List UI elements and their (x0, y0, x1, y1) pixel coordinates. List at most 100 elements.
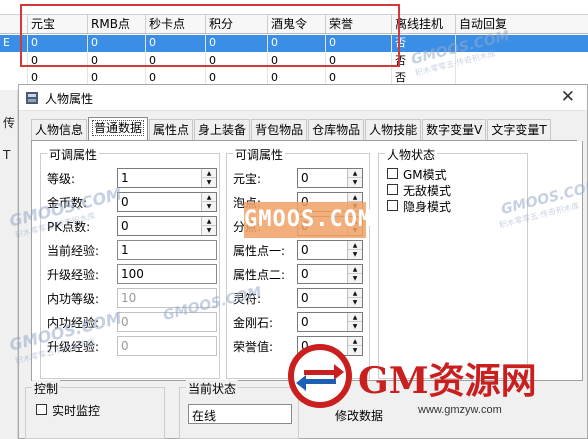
spin-down-icon[interactable]: ▼ (202, 226, 216, 235)
field-label: 当前经验: (47, 244, 100, 258)
spin-down-icon[interactable]: ▼ (348, 322, 362, 331)
left-strip: 传 T (0, 90, 18, 439)
tab-strip: 人物信息 普通数据 属性点 身上装备 背包物品 仓库物品 人物技能 数字变量V … (31, 117, 577, 141)
attr-point-1-spinner[interactable]: 0 ▲ ▼ (297, 240, 363, 260)
control-group: 控制 实时监控 (25, 380, 165, 439)
group-title: 当前状态 (186, 380, 239, 397)
tab-attribute-points[interactable]: 属性点 (149, 119, 194, 140)
grid-col-autoreply[interactable]: 自动回复 (456, 15, 588, 33)
field-value: 1 (121, 171, 129, 185)
spin-up-icon[interactable]: ▲ (202, 217, 216, 226)
field-label: 金刚石: (233, 316, 274, 330)
pk-spinner[interactable]: 0 ▲ ▼ (117, 216, 217, 236)
field-label: 升级经验: (47, 268, 100, 282)
field-label: 属性点二: (233, 268, 286, 282)
arrows-icon (296, 364, 344, 391)
logo-text: GM资源网 (358, 360, 537, 402)
current-exp-input[interactable]: 1 (117, 240, 217, 260)
field-value: 0 (121, 219, 129, 233)
spinner-buttons: ▲▼ (347, 169, 362, 187)
tab-bag[interactable]: 背包物品 (251, 119, 308, 140)
left-strip-char: T (3, 148, 11, 162)
spinner-buttons: ▲▼ (347, 241, 362, 259)
close-icon[interactable]: ✕ (561, 87, 575, 107)
field-label: 属性点一: (233, 244, 286, 258)
tab-storage[interactable]: 仓库物品 (308, 119, 365, 140)
spinner-buttons: ▲▼ (201, 193, 216, 211)
left-strip-char: 传 (3, 116, 16, 130)
spin-up-icon[interactable]: ▲ (348, 289, 362, 298)
logo-url: www.gmzyw.com (418, 404, 502, 416)
tab-character-info[interactable]: 人物信息 (31, 119, 88, 140)
level-spinner[interactable]: 1 ▲ ▼ (117, 168, 217, 188)
field-label: 元宝: (233, 172, 262, 186)
attr-point-2-spinner[interactable]: 0 ▲ ▼ (297, 264, 363, 284)
logo-emblem-icon (288, 344, 352, 408)
group-title: 可调属性 (233, 146, 286, 163)
spin-down-icon[interactable]: ▼ (348, 298, 362, 307)
checkbox-icon[interactable] (387, 168, 398, 179)
field-value: 0 (301, 171, 309, 185)
spin-up-icon[interactable]: ▲ (348, 193, 362, 202)
spinner-buttons: ▲▼ (201, 169, 216, 187)
spin-down-icon[interactable]: ▼ (348, 178, 362, 187)
spinner-buttons: ▲▼ (347, 265, 362, 283)
checkbox-label: 实时监控 (52, 404, 101, 418)
field-yuanbao: 元宝: 0 ▲ ▼ (233, 168, 367, 188)
grid-col-offline[interactable]: 离线挂机 (392, 15, 456, 33)
highlight-box (20, 4, 400, 67)
spin-up-icon[interactable]: ▲ (348, 241, 362, 250)
field-value: 0 (301, 243, 309, 257)
tab-number-vars[interactable]: 数字变量V (422, 119, 487, 140)
tab-label: 普通数据 (92, 120, 145, 136)
checkbox-label: GM模式 (403, 168, 447, 182)
spin-down-icon[interactable]: ▼ (202, 202, 216, 211)
checkbox-icon[interactable] (36, 404, 47, 415)
lingfu-spinner[interactable]: 0 ▲ ▼ (297, 288, 363, 308)
tab-skills[interactable]: 人物技能 (365, 119, 422, 140)
field-value: 0 (301, 315, 309, 329)
field-value: 10 (121, 291, 137, 305)
checkbox-label: 无敌模式 (403, 184, 452, 198)
app-icon (26, 92, 38, 104)
field-value: 0 (301, 291, 309, 305)
dialog-titlebar[interactable]: 人物属性 ✕ (19, 85, 587, 111)
spin-up-icon[interactable]: ▲ (202, 193, 216, 202)
field-value: 0 (301, 267, 309, 281)
current-status-field: 在线 (188, 404, 292, 424)
spin-down-icon[interactable]: ▼ (348, 274, 362, 283)
tab-normal-data[interactable]: 普通数据 (88, 117, 149, 140)
field-attr-point-1: 属性点一: 0 ▲ ▼ (233, 240, 367, 260)
field-label: 等级: (47, 172, 76, 186)
levelup-exp-input[interactable]: 100 (117, 264, 217, 284)
spinner-buttons: ▲▼ (347, 289, 362, 307)
field-label: 荣誉值: (233, 340, 274, 354)
checkbox-icon[interactable] (387, 184, 398, 195)
field-diamond: 金刚石: 0 ▲ ▼ (233, 312, 367, 332)
tab-text-vars[interactable]: 文字变量T (487, 119, 551, 140)
field-value: 0 (121, 339, 129, 353)
checkbox-label: 隐身模式 (403, 200, 452, 214)
gold-spinner[interactable]: 0 ▲ ▼ (117, 192, 217, 212)
field-value: 100 (121, 267, 144, 281)
current-status-group: 当前状态 在线 (179, 380, 299, 439)
yuanbao-spinner[interactable]: 0 ▲ ▼ (297, 168, 363, 188)
diamond-spinner[interactable]: 0 ▲ ▼ (297, 312, 363, 332)
center-watermark: GMOOS.COM (244, 202, 371, 238)
field-levelup-exp: 升级经验: 100 (47, 264, 217, 284)
checkbox-icon[interactable] (387, 200, 398, 211)
spinner-buttons: ▲▼ (201, 217, 216, 235)
spin-up-icon[interactable]: ▲ (348, 265, 362, 274)
dialog-title: 人物属性 (45, 92, 94, 106)
spin-down-icon[interactable]: ▼ (202, 178, 216, 187)
field-label: 内功等级: (47, 292, 100, 306)
tab-equipment[interactable]: 身上装备 (194, 119, 251, 140)
spin-down-icon[interactable]: ▼ (348, 250, 362, 259)
field-attr-point-2: 属性点二: 0 ▲ ▼ (233, 264, 367, 284)
gm-resource-logo: GM资源网 www.gmzyw.com (288, 338, 588, 439)
spin-up-icon[interactable]: ▲ (202, 169, 216, 178)
group-title: 可调属性 (47, 146, 100, 163)
spin-up-icon[interactable]: ▲ (348, 169, 362, 178)
field-value: 1 (121, 243, 129, 257)
spin-up-icon[interactable]: ▲ (348, 313, 362, 322)
